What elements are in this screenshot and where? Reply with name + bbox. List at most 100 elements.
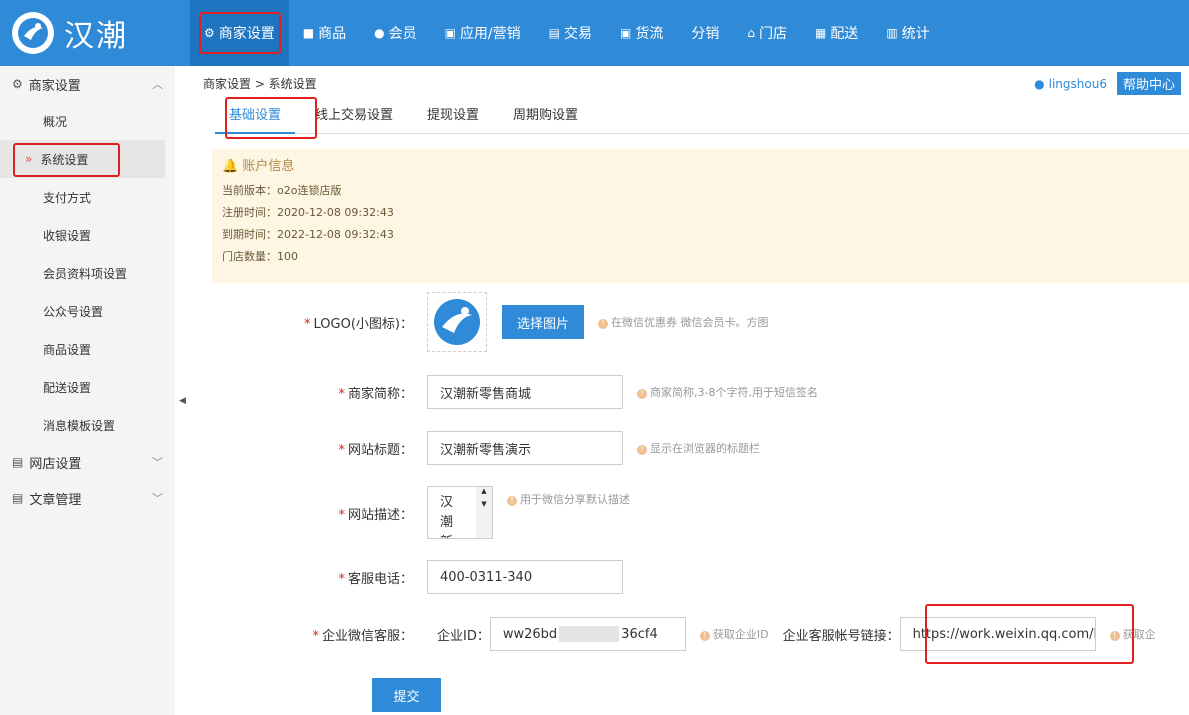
gear-icon: ⚙	[12, 77, 23, 91]
site-title-hint: ! 显示在浏览器的标题栏	[637, 440, 760, 456]
sidebar-item-overview[interactable]: 概况	[0, 102, 175, 140]
site-desc-textarea[interactable]: 汉潮新 ▲▼	[427, 486, 493, 539]
account-link-input[interactable]: https://work.weixin.qq.com/l	[899, 617, 1096, 651]
site-desc-hint: ! 用于微信分享默认描述	[507, 491, 630, 507]
tab-basic-settings[interactable]: 基础设置	[215, 100, 296, 134]
double-chevron-right-icon: »	[25, 152, 33, 166]
corp-id-hint[interactable]: ! 获取企业ID	[699, 626, 769, 642]
scroll-down-icon[interactable]: ▼	[476, 500, 492, 508]
sidebar-item-cashier[interactable]: 收银设置	[0, 216, 175, 254]
choose-image-button[interactable]: 选择图片	[502, 305, 584, 339]
sidebar-item-official-account[interactable]: 公众号设置	[0, 292, 175, 330]
site-desc-text: 汉潮新	[440, 495, 454, 538]
bar-chart-icon: ▥	[886, 26, 898, 40]
short-name-label: * 商家简称：	[338, 386, 413, 402]
bell-icon: 🔔	[222, 159, 239, 174]
sidebar-section-article-management[interactable]: ▤ 文章管理 ﹀	[0, 480, 175, 516]
brand-logo[interactable]: 汉潮	[0, 0, 190, 66]
sidebar-section-merchant-settings[interactable]: ⚙ 商家设置 ︿	[0, 66, 175, 102]
sidebar-item-member-fields[interactable]: 会员资料项设置	[0, 254, 175, 292]
nav-delivery[interactable]: ▦ 配送	[801, 0, 872, 66]
site-title-row: * 网站标题： 汉潮新零售演示 ! 显示在浏览器的标题栏	[195, 431, 760, 465]
user-icon: ●	[1034, 76, 1045, 91]
scroll-up-icon[interactable]: ▲	[476, 487, 492, 495]
sidebar-item-product-settings[interactable]: 商品设置	[0, 330, 175, 368]
settings-tabs: 基础设置 线上交易设置 提现设置 周期购设置	[215, 100, 1189, 134]
box-icon: ■	[302, 26, 315, 40]
wecom-label: * 企业微信客服：	[312, 628, 413, 644]
logo-row: * LOGO(小图标)： 选择图片 ! 在微信优惠券 微信会员卡。方图	[195, 292, 769, 352]
sidebar-item-payment[interactable]: 支付方式	[0, 178, 175, 216]
account-registered: 注册时间：2020-12-08 09:32:43	[222, 206, 394, 219]
account-info-title: 🔔 账户信息	[222, 159, 295, 174]
chevron-up-icon: ︿	[152, 78, 163, 91]
info-icon: !	[1109, 631, 1120, 641]
caret-left-icon: ◀	[179, 396, 186, 406]
account-link-label: 企业客服帐号链接：	[782, 628, 900, 644]
sidebar-item-message-templates[interactable]: 消息模板设置	[0, 406, 175, 444]
account-stores: 门店数量：100	[222, 250, 298, 263]
logo-image	[434, 299, 480, 345]
article-icon: ▤	[12, 491, 24, 505]
main-nav: ⚙ 商家设置 ■ 商品 ● 会员 ▣ 应用/营销 ▤ 交易 ▣ 货流 分销 ⌂ 门店 ▦ 配送 …	[190, 0, 944, 66]
receipt-icon: ▤	[548, 26, 560, 40]
nav-apps-marketing[interactable]: ▣ 应用/营销	[431, 0, 535, 66]
short-name-row: * 商家简称： 汉潮新零售商城 ! 商家简称,3-8个字符,用于短信签名	[195, 375, 818, 409]
info-icon: !	[699, 631, 710, 641]
phone-row: * 客服电话： 400-0311-340	[195, 560, 623, 594]
account-expires: 到期时间：2022-12-08 09:32:43	[222, 228, 394, 241]
account-link-hint[interactable]: ! 获取企	[1109, 626, 1156, 642]
nav-merchant-settings[interactable]: ⚙ 商家设置	[190, 0, 289, 66]
info-icon: !	[637, 389, 647, 399]
sidebar-item-system-settings[interactable]: » 系统设置	[0, 140, 165, 178]
site-desc-label: * 网站描述：	[338, 508, 413, 523]
brand-name: 汉潮	[64, 19, 128, 54]
nav-products[interactable]: ■ 商品	[289, 0, 360, 66]
chevron-down-icon: ﹀	[152, 456, 163, 469]
logo-preview[interactable]	[427, 292, 487, 352]
info-icon: !	[507, 496, 517, 506]
shop-icon: ▤	[12, 455, 24, 469]
apps-icon: ▣	[444, 26, 456, 40]
sidebar: ⚙ 商家设置 ︿ 概况 » 系统设置 支付方式 收银设置 会员资料项设置 公众号设置 …	[0, 66, 175, 715]
textarea-scrollbar[interactable]: ▲ ▼	[476, 487, 492, 538]
tab-online-trade-settings[interactable]: 线上交易设置	[301, 100, 407, 134]
short-name-hint: ! 商家简称,3-8个字符,用于短信签名	[637, 384, 818, 400]
truck-icon: ▣	[620, 26, 632, 40]
brand-logo-icon	[12, 12, 54, 54]
username[interactable]: lingshou6	[1049, 77, 1107, 91]
short-name-input[interactable]: 汉潮新零售商城	[427, 375, 623, 409]
logo-label: * LOGO(小图标)：	[304, 316, 413, 332]
user-area: ● lingshou6 帮助中心	[1034, 72, 1181, 95]
logo-hint: ! 在微信优惠券 微信会员卡。方图	[598, 314, 769, 330]
corp-id-input[interactable]: ww26bd 36cf4	[489, 617, 686, 651]
user-icon: ●	[374, 26, 385, 40]
nav-statistics[interactable]: ▥ 统计	[872, 0, 943, 66]
nav-distribution[interactable]: 分销	[677, 0, 733, 66]
phone-label: * 客服电话：	[338, 571, 413, 587]
site-title-input[interactable]: 汉潮新零售演示	[427, 431, 623, 465]
wecom-row: * 企业微信客服： 企业ID： ww26bd 36cf4 ! 获取企业ID 企业客服…	[195, 617, 1156, 651]
gear-icon: ⚙	[204, 26, 215, 40]
sidebar-section-shop-settings[interactable]: ▤ 网店设置 ﹀	[0, 444, 175, 480]
phone-input[interactable]: 400-0311-340	[427, 560, 623, 594]
site-title-label: * 网站标题：	[338, 442, 413, 458]
tab-withdraw-settings[interactable]: 提现设置	[413, 100, 493, 134]
sidebar-collapse-handle[interactable]: ◀	[175, 66, 195, 715]
help-center-button[interactable]: 帮助中心	[1116, 72, 1181, 95]
top-navbar: 汉潮 ⚙ 商家设置 ■ 商品 ● 会员 ▣ 应用/营销 ▤ 交易 ▣ 货流 分销 ⌂ 门店 ▦…	[0, 0, 1189, 66]
tab-subscription-settings[interactable]: 周期购设置	[499, 100, 592, 134]
main-content: 商家设置 > 系统设置 ● lingshou6 帮助中心 基础设置 线上交易设置…	[195, 66, 1189, 715]
sidebar-item-delivery-settings[interactable]: 配送设置	[0, 368, 175, 406]
nav-members[interactable]: ● 会员	[360, 0, 430, 66]
site-desc-row: *网站描述： 汉潮新 ▲▼ !用于微信分享默认描述	[195, 486, 630, 539]
account-info-panel: 🔔 账户信息 当前版本：o2o连锁店版 注册时间：2020-12-08 09:3…	[212, 149, 1189, 283]
nav-stores[interactable]: ⌂ 门店	[733, 0, 801, 66]
nav-transactions[interactable]: ▤ 交易	[535, 0, 606, 66]
corp-id-label: 企业ID：	[437, 628, 490, 644]
info-icon: !	[598, 319, 608, 329]
account-version: 当前版本：o2o连锁店版	[222, 184, 342, 197]
info-icon: !	[637, 445, 647, 455]
nav-logistics[interactable]: ▣ 货流	[606, 0, 677, 66]
submit-button[interactable]: 提交	[372, 678, 441, 712]
